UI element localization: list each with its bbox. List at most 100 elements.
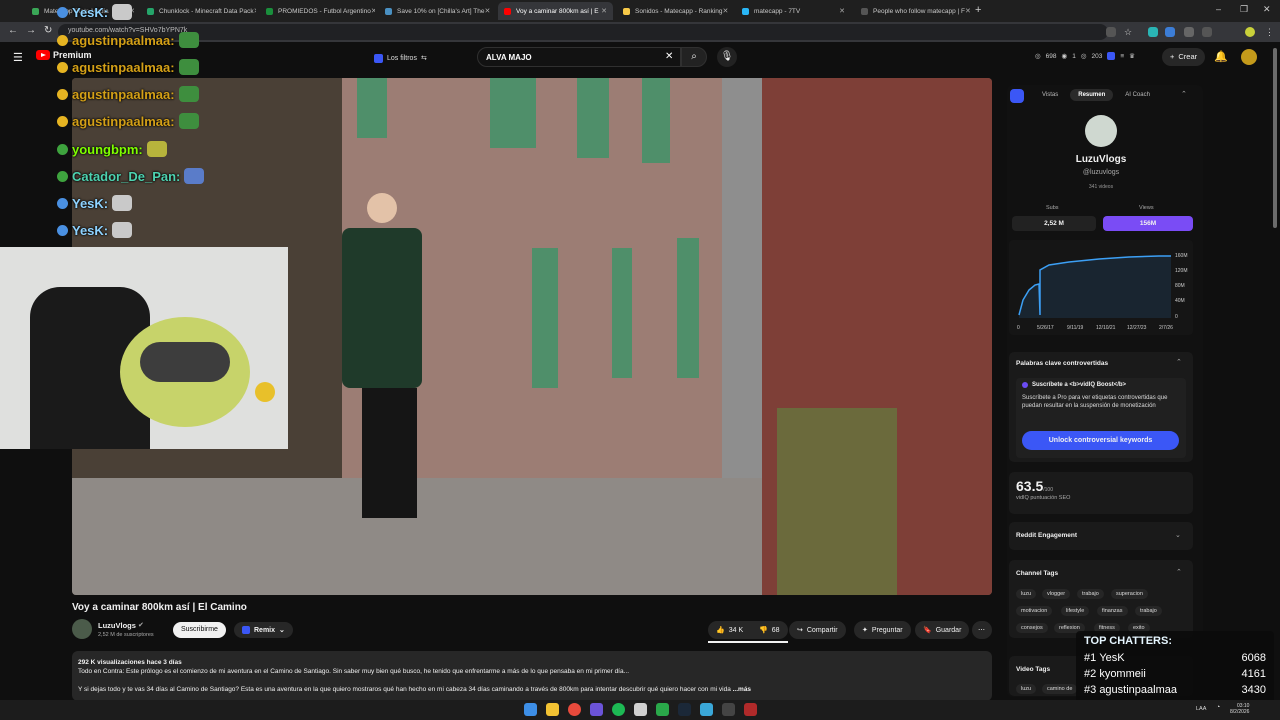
- close-icon[interactable]: ✕: [839, 7, 845, 15]
- browser-tab[interactable]: Chunklock - Minecraft Data Pack✕: [141, 2, 256, 20]
- app-icon[interactable]: [700, 703, 713, 716]
- reload-icon[interactable]: ↻: [44, 25, 52, 36]
- back-icon[interactable]: ←: [8, 25, 18, 36]
- keyboard-language[interactable]: LAA: [1196, 706, 1206, 712]
- browser-menu-icon[interactable]: ⋮: [1265, 27, 1275, 37]
- unlock-keywords-button[interactable]: Unlock controversial keywords: [1022, 431, 1179, 450]
- profile-avatar[interactable]: [1245, 27, 1255, 37]
- tag-chip[interactable]: consejos: [1016, 623, 1048, 633]
- channel-name[interactable]: LuzuVlogs: [98, 621, 136, 630]
- subs-toggle[interactable]: 2,52 M: [1012, 216, 1096, 231]
- views-toggle[interactable]: 156M: [1103, 216, 1193, 231]
- hamburger-menu-icon[interactable]: ☰: [13, 51, 23, 64]
- chat-message: youngbpm:: [57, 141, 167, 157]
- browser-tab[interactable]: Save 10% on [Chilla's Art] The ✕: [379, 2, 494, 20]
- app-icon[interactable]: [634, 703, 647, 716]
- tag-chip[interactable]: vlogger: [1042, 589, 1071, 599]
- wifi-icon[interactable]: ◔: [1216, 704, 1220, 711]
- restore-icon[interactable]: ❐: [1240, 4, 1248, 15]
- close-icon[interactable]: ✕: [601, 7, 607, 15]
- vidiq-icon[interactable]: [1107, 52, 1116, 60]
- notifications-bell-icon[interactable]: 🔔: [1214, 50, 1228, 63]
- tab-ai-coach[interactable]: AI Coach: [1117, 89, 1158, 101]
- bookmark-star-icon[interactable]: ☆: [1124, 27, 1134, 37]
- tag-chip[interactable]: lifestyle: [1061, 606, 1090, 616]
- trophy-icon[interactable]: ♛: [1129, 52, 1135, 60]
- app-icon[interactable]: [744, 703, 757, 716]
- cast-icon[interactable]: [1106, 27, 1116, 37]
- search-button[interactable]: ⌕: [681, 47, 707, 67]
- reddit-engagement-card[interactable]: Reddit Engagement: [1009, 522, 1193, 550]
- tag-chip[interactable]: luzu: [1016, 684, 1037, 694]
- scrollbar[interactable]: [1273, 48, 1277, 228]
- extensions-puzzle-icon[interactable]: [1202, 27, 1212, 37]
- file-explorer-icon[interactable]: [546, 703, 559, 716]
- chat-message: agustinpaalmaa:: [57, 32, 199, 48]
- subscribe-button[interactable]: Suscribirme: [173, 622, 226, 638]
- clear-search-icon[interactable]: ✕: [665, 51, 673, 62]
- chevron-up-icon[interactable]: ⌃: [1176, 358, 1182, 366]
- like-button[interactable]: 👍 34 K: [708, 621, 752, 639]
- new-tab-icon[interactable]: +: [975, 4, 981, 16]
- forward-icon[interactable]: →: [26, 25, 36, 36]
- extension-icon[interactable]: [1184, 27, 1194, 37]
- close-icon[interactable]: ✕: [254, 7, 256, 15]
- close-icon[interactable]: ✕: [722, 7, 728, 15]
- video-description[interactable]: 292 K visualizaciones hace 3 días Todo e…: [72, 651, 992, 701]
- subscriber-count: 2,52 M de suscriptores: [98, 632, 154, 638]
- tag-chip[interactable]: finanzas: [1097, 606, 1128, 616]
- spotify-icon[interactable]: [612, 703, 625, 716]
- terminal-icon[interactable]: [722, 703, 735, 716]
- voice-search-button[interactable]: 🎙: [717, 47, 737, 67]
- search-input[interactable]: ALVA MAJO: [477, 47, 681, 67]
- save-button[interactable]: 🔖 Guardar: [915, 621, 970, 639]
- filters-button[interactable]: Los filtros ⇆: [374, 50, 427, 66]
- dislike-button[interactable]: 👎 68: [751, 621, 788, 639]
- tag-chip[interactable]: camino de: [1042, 684, 1078, 694]
- vidiq-stats-bar: ◎ 698 ◉ 1 ◎ 203 ≡ ♛: [1035, 52, 1135, 60]
- chevron-up-icon[interactable]: ⌃: [1181, 90, 1187, 98]
- browser-tab[interactable]: Sonidos - Matecapp - Ranking ✕: [617, 2, 732, 20]
- chrome-icon[interactable]: [568, 703, 581, 716]
- clock[interactable]: 03:10 8/2/2026: [1230, 703, 1249, 715]
- chat-message: YesK:: [57, 222, 133, 238]
- tag-chip[interactable]: superacion: [1111, 589, 1148, 599]
- create-button[interactable]: + Crear: [1162, 48, 1206, 66]
- url-input[interactable]: youtube.com/watch?v=SHVo7bYPN7k: [58, 24, 1108, 40]
- list-icon[interactable]: ≡: [1120, 53, 1124, 60]
- account-avatar[interactable]: [1241, 49, 1257, 65]
- tab-vistas[interactable]: Vistas: [1034, 89, 1066, 101]
- windows-start-icon[interactable]: [524, 703, 537, 716]
- tag-chip[interactable]: trabajo: [1077, 589, 1104, 599]
- tag-chip[interactable]: luzu: [1016, 589, 1037, 599]
- channel-tags-label: Channel Tags: [1016, 570, 1059, 577]
- tag-chip[interactable]: motivacion: [1016, 606, 1053, 616]
- video-frame-person-head: [367, 193, 397, 223]
- close-icon[interactable]: ✕: [371, 7, 375, 15]
- chevron-down-icon[interactable]: ⌄: [1175, 531, 1181, 539]
- chevron-up-icon[interactable]: ⌃: [1176, 568, 1182, 576]
- close-icon[interactable]: ✕: [484, 7, 490, 15]
- close-icon[interactable]: ✕: [965, 7, 970, 15]
- browser-tab[interactable]: matecapp - 7TV ✕: [736, 2, 851, 20]
- share-button[interactable]: ↪ Compartir: [789, 621, 846, 639]
- remix-button[interactable]: Remix ⌄: [234, 622, 293, 638]
- badge-icon: [57, 224, 68, 236]
- browser-tab-active[interactable]: Voy a caminar 800km así | E ✕: [498, 2, 613, 20]
- discord-icon[interactable]: [590, 703, 603, 716]
- browser-tab[interactable]: PROMIEDOS - Futbol Argentino ✕: [260, 2, 375, 20]
- more-actions-button[interactable]: ⋯: [972, 621, 992, 639]
- channel-avatar[interactable]: [72, 619, 92, 639]
- extension-icon[interactable]: [1165, 27, 1175, 37]
- browser-tab[interactable]: People who follow matecapp | F ✕: [855, 2, 970, 20]
- close-window-icon[interactable]: ✕: [1263, 4, 1271, 15]
- app-icon[interactable]: [656, 703, 669, 716]
- tag-chip[interactable]: trabajo: [1135, 606, 1162, 616]
- steam-icon[interactable]: [678, 703, 691, 716]
- tab-resumen[interactable]: Resumen: [1070, 89, 1114, 101]
- show-more-link[interactable]: ...más: [733, 686, 751, 693]
- minimize-icon[interactable]: –: [1216, 4, 1221, 14]
- video-frame-moss: [777, 408, 897, 595]
- extension-icon[interactable]: [1148, 27, 1158, 37]
- ask-button[interactable]: ✦ Preguntar: [854, 621, 911, 639]
